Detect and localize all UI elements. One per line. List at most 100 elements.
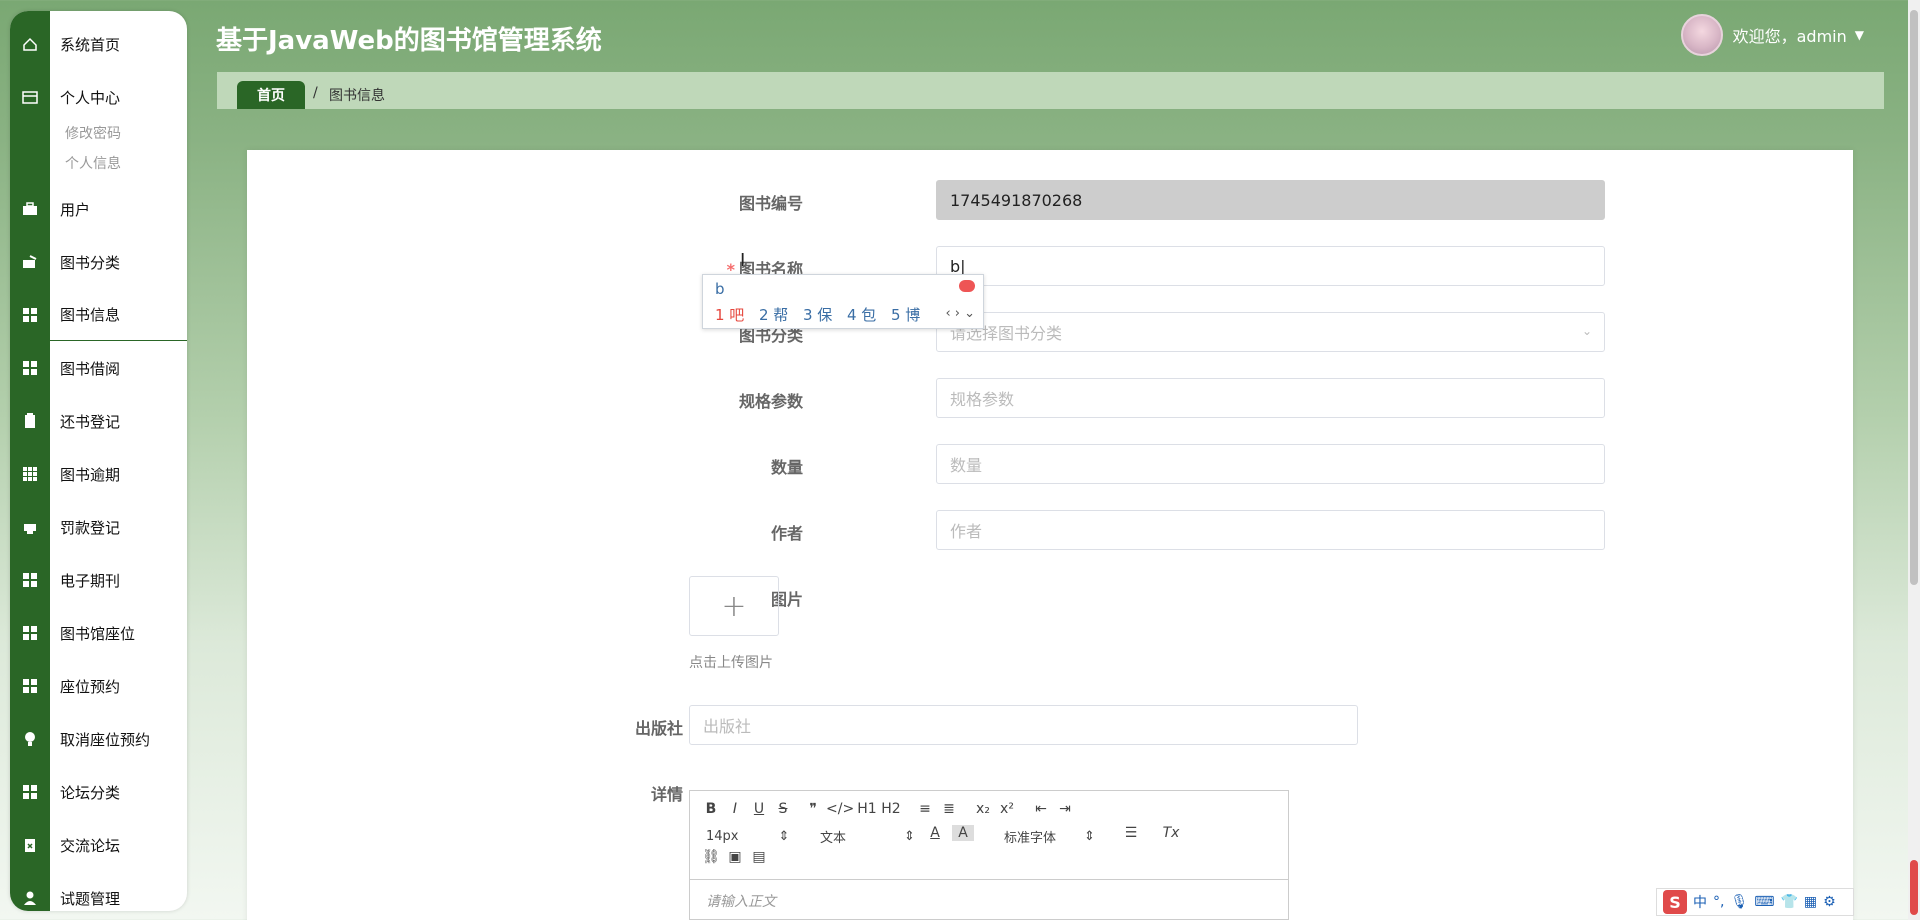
author-input[interactable]: 作者	[936, 510, 1605, 550]
ime-candidate[interactable]: 3 保	[803, 304, 832, 325]
punctuation-icon[interactable]: °,	[1713, 894, 1724, 910]
sidebar-item[interactable]: 用户	[10, 183, 187, 235]
ime-candidate[interactable]: 2 帮	[759, 304, 788, 325]
font-family-select[interactable]: 标准字体 ⇕	[1004, 825, 1095, 847]
sidebar-item[interactable]: 图书借阅	[10, 342, 187, 394]
spec-input[interactable]: 规格参数	[936, 378, 1605, 418]
quote-icon[interactable]: ❞	[802, 801, 824, 817]
sidebar-item[interactable]: 罚款登记	[10, 501, 187, 553]
chevron-down-icon: ⌄	[1581, 324, 1592, 338]
font-size-value: 14px	[706, 828, 739, 844]
settings-icon[interactable]: ⚙	[1823, 894, 1836, 910]
sidebar-item[interactable]: 图书馆座位	[10, 607, 187, 659]
ime-candidate[interactable]: 1 吧	[715, 304, 744, 325]
sidebar-item[interactable]: 电子期刊	[10, 554, 187, 606]
caret-down-icon[interactable]: ▼	[1855, 28, 1864, 42]
sidebar-item-label: 座位预约	[60, 677, 121, 696]
breadcrumb-current: 图书信息	[329, 88, 385, 104]
user-icon	[10, 872, 50, 911]
ime-nav-arrows[interactable]: ‹ › ⌄	[945, 306, 975, 321]
sidebar-item[interactable]: 图书逾期	[10, 448, 187, 500]
ime-candidate[interactable]: 5 博	[891, 304, 920, 325]
printer-icon	[10, 501, 50, 553]
align-icon[interactable]: ☰	[1120, 825, 1142, 841]
sidebar-item[interactable]: 图书分类	[10, 236, 187, 288]
indent-icon[interactable]: ⇥	[1054, 801, 1076, 817]
category-select[interactable]: 请选择图书分类 ⌄	[936, 312, 1605, 352]
publisher-input[interactable]: 出版社	[689, 705, 1358, 745]
code-icon[interactable]: </>	[826, 801, 854, 817]
user-menu[interactable]: 欢迎您，admin ▼	[1680, 14, 1864, 56]
grid-icon	[10, 660, 50, 712]
page-scrollbar[interactable]	[1908, 0, 1920, 920]
background-color-icon[interactable]: A	[952, 825, 974, 841]
book-name-input[interactable]: b |	[936, 246, 1605, 286]
font-color-icon[interactable]: A	[924, 825, 946, 841]
h1-icon[interactable]: H1	[856, 801, 878, 817]
sidebar-item[interactable]: 论坛分类	[10, 766, 187, 818]
video-icon[interactable]: ▤	[748, 849, 770, 865]
avatar[interactable]	[1680, 14, 1723, 56]
grid-icon	[10, 289, 50, 341]
toolbox-icon[interactable]: ▦	[1804, 894, 1817, 910]
wallet-out-icon	[10, 236, 50, 288]
keyboard-icon[interactable]: ⌨	[1754, 894, 1774, 910]
italic-icon[interactable]: I	[724, 801, 746, 817]
outdent-icon[interactable]: ⇤	[1030, 801, 1052, 817]
skin-icon[interactable]: 👕	[1780, 894, 1797, 910]
sidebar-item-label: 图书借阅	[60, 359, 121, 378]
book-no-input[interactable]: 1745491870268	[936, 180, 1605, 220]
sidebar-item-label: 图书分类	[60, 253, 121, 272]
ime-candidate[interactable]: 4 包	[847, 304, 876, 325]
sidebar-subitem-profile[interactable]: 个人信息	[65, 153, 121, 173]
sidebar-item[interactable]: 试题管理	[10, 872, 187, 911]
h2-icon[interactable]: H2	[880, 801, 902, 817]
sidebar-item-label: 个人中心	[60, 88, 121, 107]
block-type-value: 文本	[820, 830, 847, 846]
sidebar-item[interactable]: 交流论坛	[10, 819, 187, 871]
subscript-icon[interactable]: x₂	[972, 801, 994, 817]
ime-mode[interactable]: 中	[1693, 892, 1707, 912]
microphone-icon[interactable]: 🎙	[1730, 894, 1748, 910]
editor-placeholder: 请输入正文	[706, 894, 776, 910]
sidebar-subitem-change-password[interactable]: 修改密码	[65, 123, 121, 143]
breadcrumb: 首页 / 图书信息	[217, 72, 1884, 109]
sidebar-item[interactable]: 个人中心	[10, 71, 187, 123]
editor-divider	[690, 879, 1288, 880]
ordered-list-icon[interactable]: ≡	[914, 801, 936, 817]
sidebar-item[interactable]: 还书登记	[10, 395, 187, 447]
superscript-icon[interactable]: x²	[996, 801, 1018, 817]
scrollbar-thumb[interactable]	[1910, 10, 1918, 585]
breadcrumb-home[interactable]: 首页	[237, 81, 305, 109]
underline-icon[interactable]: U	[748, 801, 770, 817]
sidebar: 系统首页个人中心用户图书分类图书信息图书借阅还书登记图书逾期罚款登记电子期刊图书…	[10, 11, 187, 911]
user-greeting[interactable]: 欢迎您，admin	[1733, 23, 1847, 47]
wallet-icon	[10, 71, 50, 123]
strikethrough-icon[interactable]: S	[772, 801, 794, 817]
image-upload-button[interactable]: +	[689, 576, 779, 636]
link-icon[interactable]: ⛓	[700, 849, 722, 865]
bullet-list-icon[interactable]: ≣	[938, 801, 960, 817]
ime-status-bar[interactable]: S 中 °, 🎙 ⌨ 👕 ▦ ⚙	[1656, 888, 1854, 916]
sogou-logo-icon: S	[1663, 890, 1687, 914]
image-icon[interactable]: ▣	[724, 849, 746, 865]
app-title: 基于JavaWeb的图书馆管理系统	[216, 26, 602, 56]
sidebar-item-label: 图书馆座位	[60, 624, 136, 643]
sidebar-item[interactable]: 座位预约	[10, 660, 187, 712]
block-type-select[interactable]: 文本 ⇕	[820, 825, 915, 847]
sidebar-item[interactable]: 图书信息	[10, 289, 187, 341]
rich-text-editor[interactable]: B I U S ❞ </> H1 H2 ≡ ≣ x₂ x² ⇤ ⇥ 14px ⇕ 文本 ⇕ A A 标准字体 ⇕…	[689, 790, 1289, 920]
sidebar-item[interactable]: 取消座位预约	[10, 713, 187, 765]
sidebar-item-label: 图书逾期	[60, 465, 121, 484]
sidebar-item-label: 电子期刊	[60, 571, 121, 590]
sidebar-item[interactable]: 系统首页	[10, 18, 187, 70]
quantity-input[interactable]: 数量	[936, 444, 1605, 484]
font-size-select[interactable]: 14px ⇕	[706, 825, 789, 847]
ime-pinyin: b	[715, 280, 725, 298]
book-name-value: b	[950, 256, 961, 276]
bold-icon[interactable]: B	[700, 801, 722, 817]
clear-format-icon[interactable]: Tx	[1160, 825, 1182, 841]
sidebar-item-label: 论坛分类	[60, 783, 121, 802]
ime-logo-icon	[959, 280, 975, 292]
clipboard-x-icon	[10, 819, 50, 871]
